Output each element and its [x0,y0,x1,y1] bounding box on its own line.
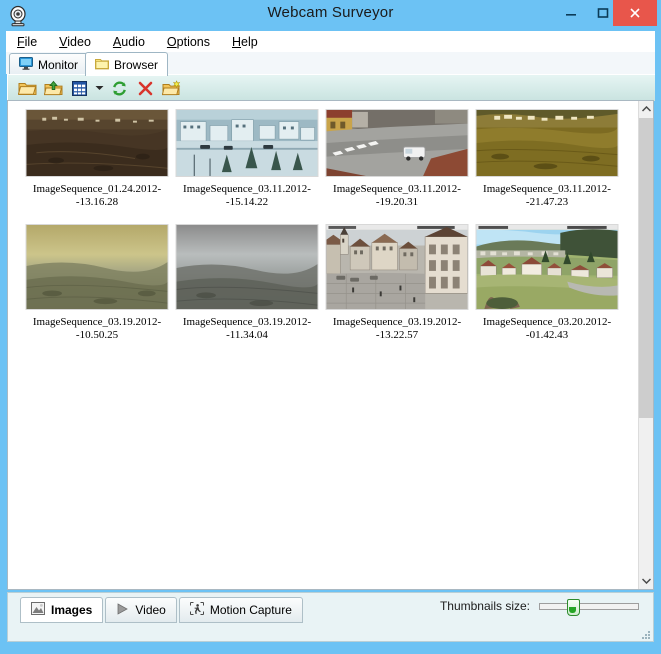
vertical-scrollbar[interactable] [638,101,653,589]
refresh-button[interactable] [106,76,132,100]
bottom-tab-strip: Images Video Motion Capture [20,597,305,623]
thumbnail-image[interactable] [475,109,619,177]
menu-bar: File Video Audio Options Help [6,31,655,52]
thumbnail-size-control: Thumbnails size: [439,599,639,616]
browser-toolbar [7,74,655,101]
bottom-status-bar: Images Video Motion Capture Thumbnails s… [7,592,654,642]
list-item[interactable]: ImageSequence_03.19.2012--10.50.25 [22,220,172,341]
menu-item-help[interactable]: Help [221,33,269,51]
open-folder-button[interactable] [14,76,40,100]
monitor-icon [19,56,33,73]
list-item[interactable]: ImageSequence_03.19.2012--11.34.04 [172,220,322,341]
scrollbar-thumb[interactable] [639,118,653,418]
menu-item-video[interactable]: Video [48,33,102,51]
folder-icon [95,57,109,73]
thumbnail-browser-pane: ImageSequence_01.24.2012--13.16.28 Image… [7,100,654,590]
tab-monitor[interactable]: Monitor [9,53,89,75]
menu-label-video-rest: ideo [67,34,91,49]
tab-monitor-label: Monitor [38,57,79,72]
list-item-label: ImageSequence_03.19.2012--13.22.57 [332,316,462,341]
menu-item-options[interactable]: Options [156,33,221,51]
menu-label-options-rest: ptions [176,34,210,49]
list-item-label: ImageSequence_03.11.2012--19.20.31 [333,183,461,208]
tab-video-label: Video [135,603,166,617]
new-folder-button[interactable] [158,76,184,100]
list-item-label: ImageSequence_03.19.2012--11.34.04 [182,316,312,341]
play-triangle-icon [116,602,129,618]
chevron-down-icon[interactable] [639,573,653,589]
chevron-up-icon[interactable] [639,101,653,117]
thumbnail-row: ImageSequence_01.24.2012--13.16.28 Image… [8,105,639,220]
upload-folder-button[interactable] [40,76,66,100]
picture-icon [31,602,45,618]
thumbnail-image[interactable] [25,224,169,310]
tab-images-label: Images [51,603,93,617]
list-item[interactable]: ImageSequence_03.20.2012--01.42.43 [472,220,622,341]
thumbnail-image[interactable] [475,224,619,310]
tab-browser[interactable]: Browser [85,52,169,76]
list-item[interactable]: ImageSequence_03.11.2012--15.14.22 [172,105,322,220]
thumbnail-size-slider[interactable] [539,599,639,616]
menu-item-file[interactable]: File [6,33,48,51]
thumbnail-row: ImageSequence_03.19.2012--10.50.25 Image… [8,220,639,341]
thumbnail-grid[interactable]: ImageSequence_01.24.2012--13.16.28 Image… [8,101,639,589]
menu-label-audio-rest: udio [121,34,145,49]
slider-thumb[interactable] [567,599,580,616]
delete-button[interactable] [132,76,158,100]
close-button[interactable] [613,0,657,26]
menu-label-file-rest: ile [24,34,38,49]
menu-item-audio[interactable]: Audio [102,33,156,51]
list-item[interactable]: ImageSequence_03.19.2012--13.22.57 [322,220,472,341]
minimize-button[interactable] [556,0,586,26]
tab-motion-capture[interactable]: Motion Capture [178,597,303,623]
list-item-label: ImageSequence_03.20.2012--01.42.43 [482,316,612,341]
resize-grip[interactable] [639,628,651,640]
thumbnail-image[interactable] [25,109,169,177]
main-tab-strip: Monitor Browser [6,52,655,76]
thumbnail-image[interactable] [325,109,469,177]
tab-images[interactable]: Images [20,597,104,623]
list-item[interactable]: ImageSequence_03.11.2012--21.47.23 [472,105,622,220]
list-item[interactable]: ImageSequence_01.24.2012--13.16.28 [22,105,172,220]
list-item-label: ImageSequence_01.24.2012--13.16.28 [32,183,162,208]
list-item-label: ImageSequence_03.11.2012--21.47.23 [483,183,611,208]
chevron-down-icon[interactable] [92,76,106,100]
tab-browser-label: Browser [114,57,159,72]
thumbnail-image[interactable] [325,224,469,310]
tab-video[interactable]: Video [105,597,177,623]
thumbnail-image[interactable] [175,224,319,310]
thumbnail-size-label: Thumbnails size: [439,599,530,613]
running-person-icon [189,602,204,618]
slider-track[interactable] [539,603,639,610]
list-item-label: ImageSequence_03.11.2012--15.14.22 [183,183,311,208]
menu-label-help-rest: elp [241,34,258,49]
list-item[interactable]: ImageSequence_03.11.2012--19.20.31 [322,105,472,220]
title-bar: Webcam Surveyor [0,0,661,31]
grid-view-icon[interactable] [66,76,92,100]
thumbnail-image[interactable] [175,109,319,177]
application-window: Webcam Surveyor File Video Audio Options… [0,0,661,654]
tab-motion-capture-label: Motion Capture [209,603,292,617]
list-item-label: ImageSequence_03.19.2012--10.50.25 [32,316,162,341]
